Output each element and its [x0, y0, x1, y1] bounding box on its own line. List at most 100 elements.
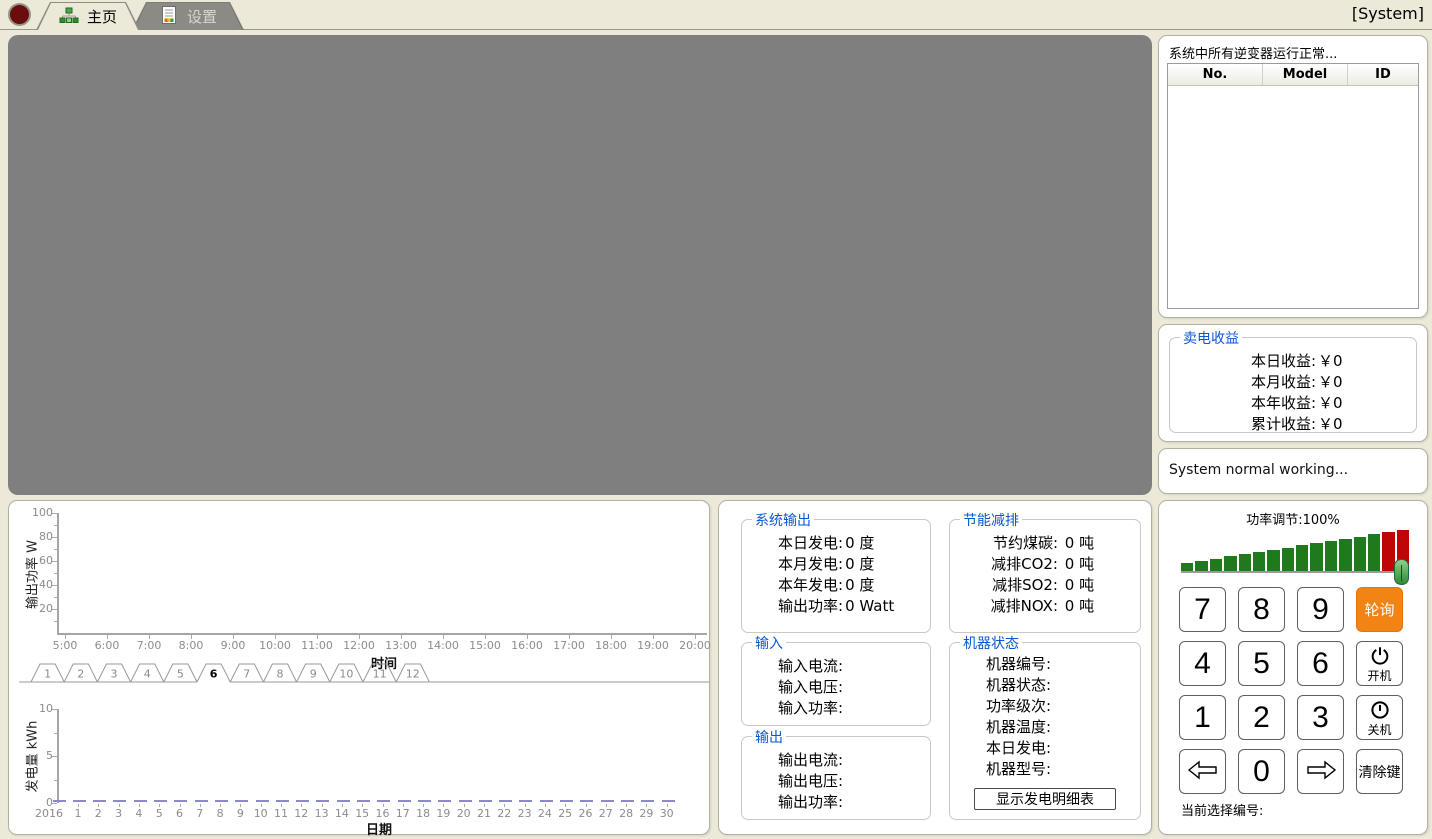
power-on-label: 开机: [1367, 670, 1391, 683]
input-rows: 输入电流:输入电压:输入功率:: [742, 643, 930, 719]
digit-3-button[interactable]: 3: [1297, 695, 1344, 740]
month-tab-label-12[interactable]: 12: [406, 668, 420, 681]
chart2-zero-bar: [418, 800, 431, 802]
power-slider-track[interactable]: [1181, 571, 1409, 573]
chart1-x-tickmark: [611, 635, 612, 639]
document-icon: [159, 5, 179, 29]
chart1-x-tickmark: [191, 635, 192, 639]
chart1-x-tick: 16:00: [507, 639, 547, 652]
field-label: 输入电流:: [778, 656, 843, 677]
digit-4-button[interactable]: 4: [1179, 641, 1226, 686]
input-fieldset: 输入 输入电流:输入电压:输入功率:: [741, 642, 931, 726]
chart2-x-tick: 23: [515, 807, 535, 820]
field-value: [1051, 696, 1053, 717]
field-label: 本年收益:: [1208, 393, 1316, 414]
chart1-x-tickmark: [65, 635, 66, 639]
chart2-x-tick: 12: [291, 807, 311, 820]
month-tab-label-6[interactable]: 6: [210, 668, 218, 681]
chart2-x-tick: 9: [230, 807, 250, 820]
chart2-x-tickmark: [220, 804, 221, 807]
field-row: 减排CO2: 0 吨: [950, 554, 1140, 575]
chart2-x-tick: 24: [535, 807, 555, 820]
power-slider-thumb[interactable]: [1394, 559, 1409, 585]
month-tab-strip[interactable]: 123456789101112: [9, 661, 711, 685]
chart2-year-label: 2016: [29, 807, 69, 820]
month-tab-label-11[interactable]: 11: [373, 668, 387, 681]
power-off-label: 关机: [1367, 724, 1391, 737]
chart2-zero-bar: [235, 800, 248, 802]
column-header-model[interactable]: Model: [1263, 64, 1348, 85]
digit-2-button[interactable]: 2: [1238, 695, 1285, 740]
power-bar: [1382, 532, 1394, 571]
tab-bar: 主页 设置: [36, 2, 244, 30]
arrow-left-button[interactable]: [1179, 749, 1226, 794]
digit-9-button[interactable]: 9: [1297, 587, 1344, 632]
power-bar: [1296, 545, 1308, 571]
field-row: 输入电流:: [778, 656, 930, 677]
chart1-x-tickmark: [569, 635, 570, 639]
chart2-x-tickmark: [626, 804, 627, 807]
digit-5-button[interactable]: 5: [1238, 641, 1285, 686]
chart2-y-tickmark: [52, 803, 57, 804]
month-tab-label-9[interactable]: 9: [310, 668, 317, 681]
month-tab-label-5[interactable]: 5: [177, 668, 184, 681]
chart2-x-tickmark: [301, 804, 302, 807]
titlebar: 主页 设置 [System: [0, 0, 1432, 30]
field-value: [843, 656, 845, 677]
chart2-x-tickmark: [423, 804, 424, 807]
digit-8-button[interactable]: 8: [1238, 587, 1285, 632]
inverter-status-text: 系统中所有逆变器运行正常...: [1169, 43, 1417, 62]
digit-0-button[interactable]: 0: [1238, 749, 1285, 794]
month-tab-label-2[interactable]: 2: [77, 668, 84, 681]
chart1-y-tickmark: [52, 561, 57, 562]
chart2-x-tick: 13: [312, 807, 332, 820]
column-header-no[interactable]: No.: [1168, 64, 1263, 85]
digit-7-button[interactable]: 7: [1179, 587, 1226, 632]
digit-6-button[interactable]: 6: [1297, 641, 1344, 686]
month-tab-label-3[interactable]: 3: [111, 668, 118, 681]
chart1-x-tick: 13:00: [381, 639, 421, 652]
power-off-button[interactable]: 关机: [1356, 695, 1403, 740]
chart2-zero-bar: [479, 800, 492, 802]
chart2-zero-bar: [357, 800, 370, 802]
chart2-zero-bar: [438, 800, 451, 802]
chart1-x-tick: 10:00: [255, 639, 295, 652]
charts-panel: 输出功率 W100806040205:006:007:008:009:0010:…: [8, 500, 710, 835]
chart1-y-tick: 40: [23, 578, 53, 591]
digit-1-button[interactable]: 1: [1179, 695, 1226, 740]
power-on-button[interactable]: 开机: [1356, 641, 1403, 686]
chart2-zero-bar: [519, 800, 532, 802]
output-rows: 输出电流:输出电压:输出功率:: [742, 737, 930, 813]
chart2-x-tickmark: [139, 804, 140, 807]
emission-rows: 节约煤碳: 0 吨减排CO2: 0 吨减排SO2: 0 吨减排NOX: 0 吨: [950, 520, 1140, 617]
field-row: 功率级次:: [986, 696, 1140, 717]
clear-button[interactable]: 清除键: [1356, 749, 1403, 794]
column-header-id[interactable]: ID: [1348, 64, 1418, 85]
revenue-fieldset: 卖电收益 本日收益:￥0本月收益:￥0本年收益:￥0累计收益:￥0: [1169, 337, 1417, 433]
month-tab-label-10[interactable]: 10: [339, 668, 353, 681]
field-value: 0 度: [843, 554, 874, 575]
power-bar: [1195, 561, 1207, 571]
chart2-x-tickmark: [342, 804, 343, 807]
chart2-zero-bar: [93, 800, 106, 802]
show-generation-detail-button[interactable]: 显示发电明细表: [974, 788, 1116, 810]
field-label: 机器温度:: [986, 717, 1051, 738]
chart2-zero-bar: [73, 800, 86, 802]
field-row: 减排SO2: 0 吨: [950, 575, 1140, 596]
tab-home[interactable]: 主页: [36, 2, 140, 30]
chart1-x-tickmark: [317, 635, 318, 639]
power-bar: [1282, 548, 1294, 571]
month-tab-label-8[interactable]: 8: [277, 668, 284, 681]
month-tab-label-7[interactable]: 7: [243, 668, 250, 681]
month-tab-label-4[interactable]: 4: [144, 668, 151, 681]
tab-settings[interactable]: 设置: [132, 2, 244, 30]
chart2-zero-bar: [601, 800, 614, 802]
poll-button[interactable]: 轮询: [1356, 587, 1403, 632]
field-label: 输出功率:: [778, 792, 843, 813]
field-label: 本日收益:: [1208, 351, 1316, 372]
field-label: 本月收益:: [1208, 372, 1316, 393]
month-tab-label-1[interactable]: 1: [44, 668, 51, 681]
machine-status-title: 机器状态: [960, 633, 1022, 653]
field-value: 0 吨: [1058, 554, 1094, 575]
arrow-right-button[interactable]: [1297, 749, 1344, 794]
